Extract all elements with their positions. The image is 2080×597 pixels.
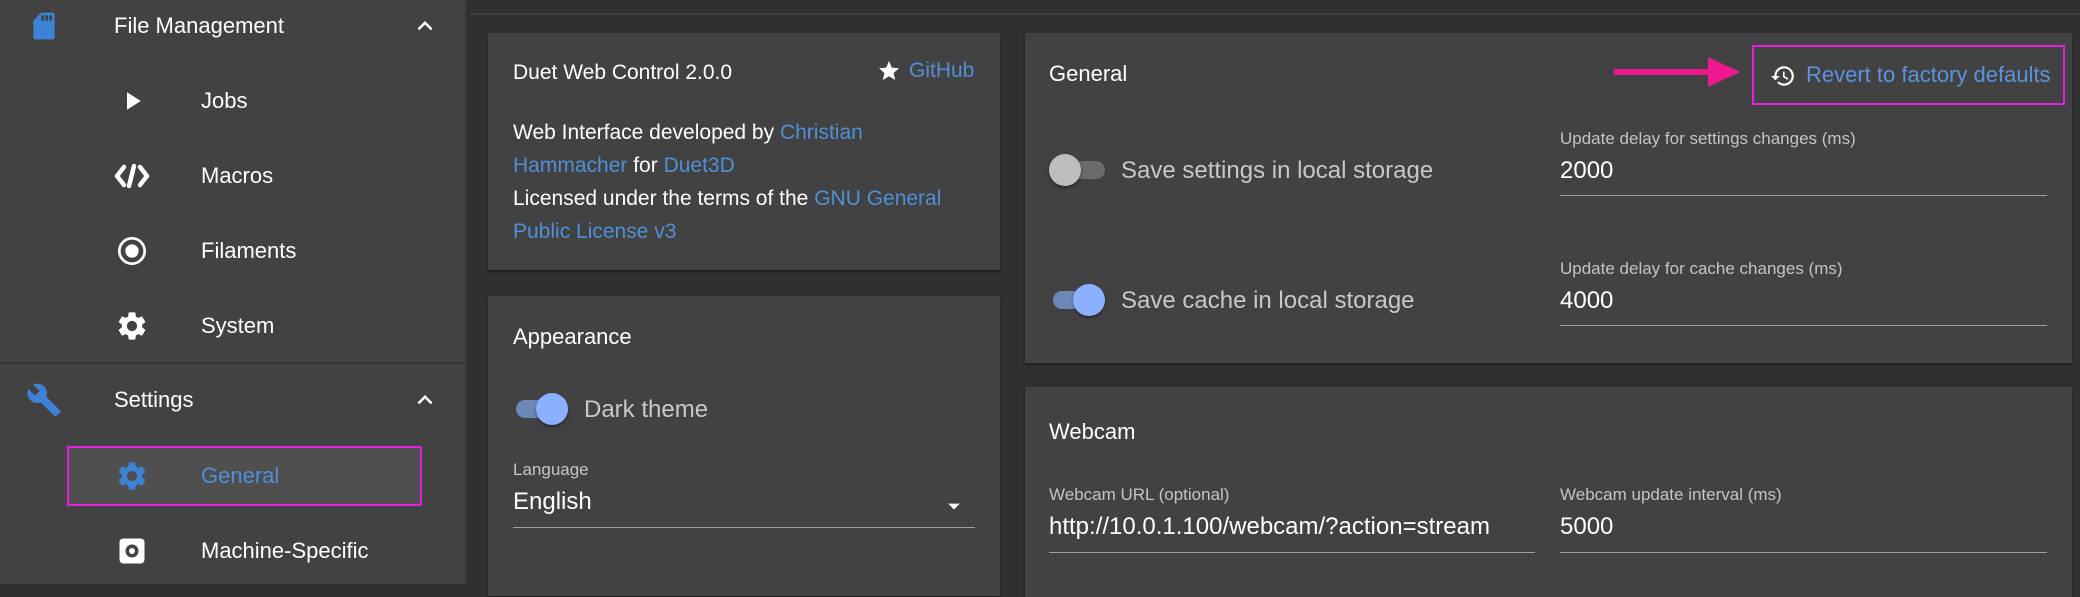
chevron-up-icon[interactable] <box>410 11 440 41</box>
revert-label: Revert to factory defaults <box>1806 62 2051 87</box>
app-version-title: Duet Web Control 2.0.0 <box>513 61 733 84</box>
wrench-icon <box>26 382 62 418</box>
author-link-cont[interactable]: Hammacher <box>513 154 627 177</box>
webcam-url-label: Webcam URL (optional) <box>1049 485 1230 504</box>
webcam-title: Webcam <box>1049 419 1136 444</box>
revert-factory-defaults-button[interactable]: Revert to factory defaults <box>1752 45 2065 105</box>
sidebar-item-machine-specific[interactable]: Machine-Specific <box>0 515 467 587</box>
author-link[interactable]: Christian <box>780 121 863 144</box>
appearance-title: Appearance <box>513 324 632 349</box>
gear-box-icon <box>114 533 150 569</box>
save-settings-toggle[interactable] <box>1049 153 1105 187</box>
annotation-arrow-icon <box>1614 57 1740 87</box>
language-select[interactable]: English <box>513 488 592 516</box>
cache-delay-input[interactable]: 4000 <box>1560 287 1613 315</box>
gear-icon <box>114 308 150 344</box>
top-divider <box>469 13 2080 15</box>
save-cache-toggle[interactable] <box>1049 283 1105 317</box>
webcam-interval-input[interactable]: 5000 <box>1560 513 1613 541</box>
github-link[interactable]: GitHub <box>877 59 974 83</box>
settings-delay-input[interactable]: 2000 <box>1560 157 1613 185</box>
history-icon <box>1770 63 1796 94</box>
sidebar-group-label: Settings <box>114 387 194 412</box>
sidebar-group-label: File Management <box>114 13 284 38</box>
cache-delay-label: Update delay for cache changes (ms) <box>1560 259 1843 278</box>
language-label: Language <box>513 460 589 479</box>
webcam-url-underline <box>1049 552 1535 553</box>
sidebar-group-settings[interactable]: Settings <box>0 364 467 436</box>
github-label: GitHub <box>909 59 975 82</box>
sidebar-item-system[interactable]: System <box>0 290 467 362</box>
webcam-card: Webcam Webcam URL (optional) http://10.0… <box>1025 387 2072 597</box>
developed-by-text: Web Interface developed by <box>513 121 780 144</box>
dark-theme-toggle[interactable] <box>512 392 568 426</box>
radio-icon <box>114 233 150 269</box>
for-text: for <box>627 154 664 177</box>
save-cache-label: Save cache in local storage <box>1121 287 1415 314</box>
sidebar-item-general[interactable]: General <box>0 440 467 512</box>
toggle-thumb <box>1073 284 1105 316</box>
sidebar-item-label: Machine-Specific <box>201 538 369 563</box>
settings-delay-label: Update delay for settings changes (ms) <box>1560 129 1856 148</box>
navigation-sidebar: File Management Jobs Macros Filaments Sy… <box>0 0 467 584</box>
sidebar-item-macros[interactable]: Macros <box>0 140 467 212</box>
code-icon <box>114 158 150 194</box>
about-description: Web Interface developed by Christian Ham… <box>513 116 983 248</box>
gear-icon <box>114 458 150 494</box>
cache-delay-underline <box>1560 325 2047 326</box>
play-icon <box>114 83 150 119</box>
sidebar-item-label: System <box>201 313 275 338</box>
duet3d-link[interactable]: Duet3D <box>664 154 735 177</box>
license-link[interactable]: GNU General <box>814 187 941 210</box>
webcam-url-input[interactable]: http://10.0.1.100/webcam/?action=stream <box>1049 513 1490 541</box>
sidebar-item-label: Macros <box>201 163 274 188</box>
sidebar-item-label: General <box>201 463 280 488</box>
license-link-cont[interactable]: Public License v3 <box>513 220 676 243</box>
sidebar-group-file-management[interactable]: File Management <box>0 0 467 62</box>
license-text: Licensed under the terms of the <box>513 187 815 210</box>
webcam-interval-underline <box>1560 552 2047 553</box>
dark-theme-label: Dark theme <box>584 396 709 423</box>
appearance-card: Appearance Dark theme Language English <box>488 296 1000 596</box>
sd-card-icon <box>26 8 62 44</box>
sidebar-item-label: Filaments <box>201 238 297 263</box>
dropdown-arrow-icon[interactable] <box>940 492 968 525</box>
toggle-thumb <box>1049 154 1081 186</box>
settings-delay-underline <box>1560 195 2047 196</box>
webcam-interval-label: Webcam update interval (ms) <box>1560 485 1782 504</box>
save-settings-label: Save settings in local storage <box>1121 157 1434 184</box>
toggle-thumb <box>536 393 568 425</box>
star-icon <box>879 61 899 80</box>
chevron-up-icon[interactable] <box>410 385 440 415</box>
about-card: Duet Web Control 2.0.0 GitHub Web Interf… <box>488 33 1000 270</box>
general-title: General <box>1049 61 1128 86</box>
sidebar-item-jobs[interactable]: Jobs <box>0 65 467 137</box>
sidebar-item-filaments[interactable]: Filaments <box>0 215 467 287</box>
sidebar-item-label: Jobs <box>201 88 248 113</box>
language-underline <box>513 527 975 528</box>
